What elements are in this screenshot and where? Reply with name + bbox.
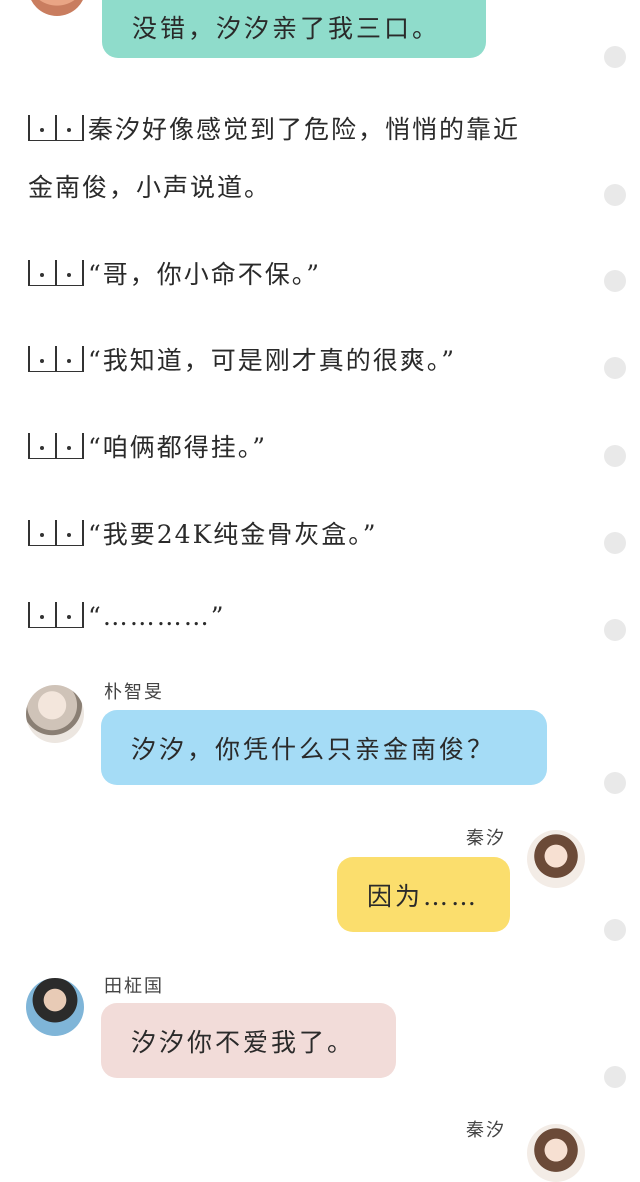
avatar-jungkook[interactable] (26, 978, 84, 1036)
sender-name: 秦汐 (466, 1120, 506, 1141)
message-bubble-jungkook[interactable]: 汐汐你不爱我了。 (101, 1003, 396, 1078)
narration-line: 秦汐好像感觉到了危险，悄悄的靠近 (28, 110, 520, 146)
message-bubble-top[interactable]: 没错，汐汐亲了我三口。 (102, 0, 486, 58)
avatar-jimin[interactable] (26, 685, 84, 743)
narration-mark-icon (28, 346, 84, 372)
scroll-dot[interactable] (604, 270, 626, 292)
message-bubble-jimin[interactable]: 汐汐，你凭什么只亲金南俊？ (101, 710, 547, 785)
scroll-dot[interactable] (604, 46, 626, 68)
narration-text: “…………” (88, 602, 226, 631)
narration-text: 秦汐好像感觉到了危险，悄悄的靠近 (88, 115, 521, 144)
scroll-dot[interactable] (604, 357, 626, 379)
narration-text: “哥，你小命不保。” (88, 260, 322, 289)
sender-name: 田柾国 (104, 976, 164, 997)
sender-name: 朴智旻 (104, 682, 164, 703)
narration-line: 金南俊，小声说道。 (28, 168, 271, 204)
narration-mark-icon (28, 260, 84, 286)
message-text: 没错，汐汐亲了我三口。 (132, 14, 441, 43)
avatar-qinxi[interactable] (527, 1124, 585, 1182)
narration-mark-icon (28, 433, 84, 459)
narration-mark-icon (28, 520, 84, 546)
message-text: 因为…… (367, 881, 480, 911)
scroll-dot[interactable] (604, 532, 626, 554)
scroll-dot[interactable] (604, 772, 626, 794)
narration-line: “哥，你小命不保。” (28, 255, 321, 291)
narration-mark-icon (28, 602, 84, 628)
scroll-dot[interactable] (604, 184, 626, 206)
message-text: 汐汐，你凭什么只亲金南俊？ (131, 734, 496, 764)
narration-text: “我要24K纯金骨灰盒。” (88, 520, 378, 549)
narration-text: “咱俩都得挂。” (88, 433, 268, 462)
scroll-dot[interactable] (604, 445, 626, 467)
sender-name: 秦汐 (466, 828, 506, 849)
scroll-dot[interactable] (604, 1066, 626, 1088)
narration-text: “我知道，可是刚才真的很爽。” (88, 346, 457, 375)
narration-line: “我知道，可是刚才真的很爽。” (28, 341, 456, 377)
narration-mark-icon (28, 115, 84, 141)
scroll-dot[interactable] (604, 619, 626, 641)
message-text: 汐汐你不爱我了。 (131, 1027, 356, 1057)
scroll-dot[interactable] (604, 919, 626, 941)
avatar-qinxi[interactable] (527, 830, 585, 888)
avatar-top[interactable] (28, 0, 86, 16)
narration-text: 金南俊，小声说道。 (28, 173, 272, 202)
narration-line: “咱俩都得挂。” (28, 428, 267, 464)
message-bubble-qinxi[interactable]: 因为…… (337, 857, 510, 932)
narration-line: “我要24K纯金骨灰盒。” (28, 515, 378, 551)
narration-line: “…………” (28, 602, 226, 631)
